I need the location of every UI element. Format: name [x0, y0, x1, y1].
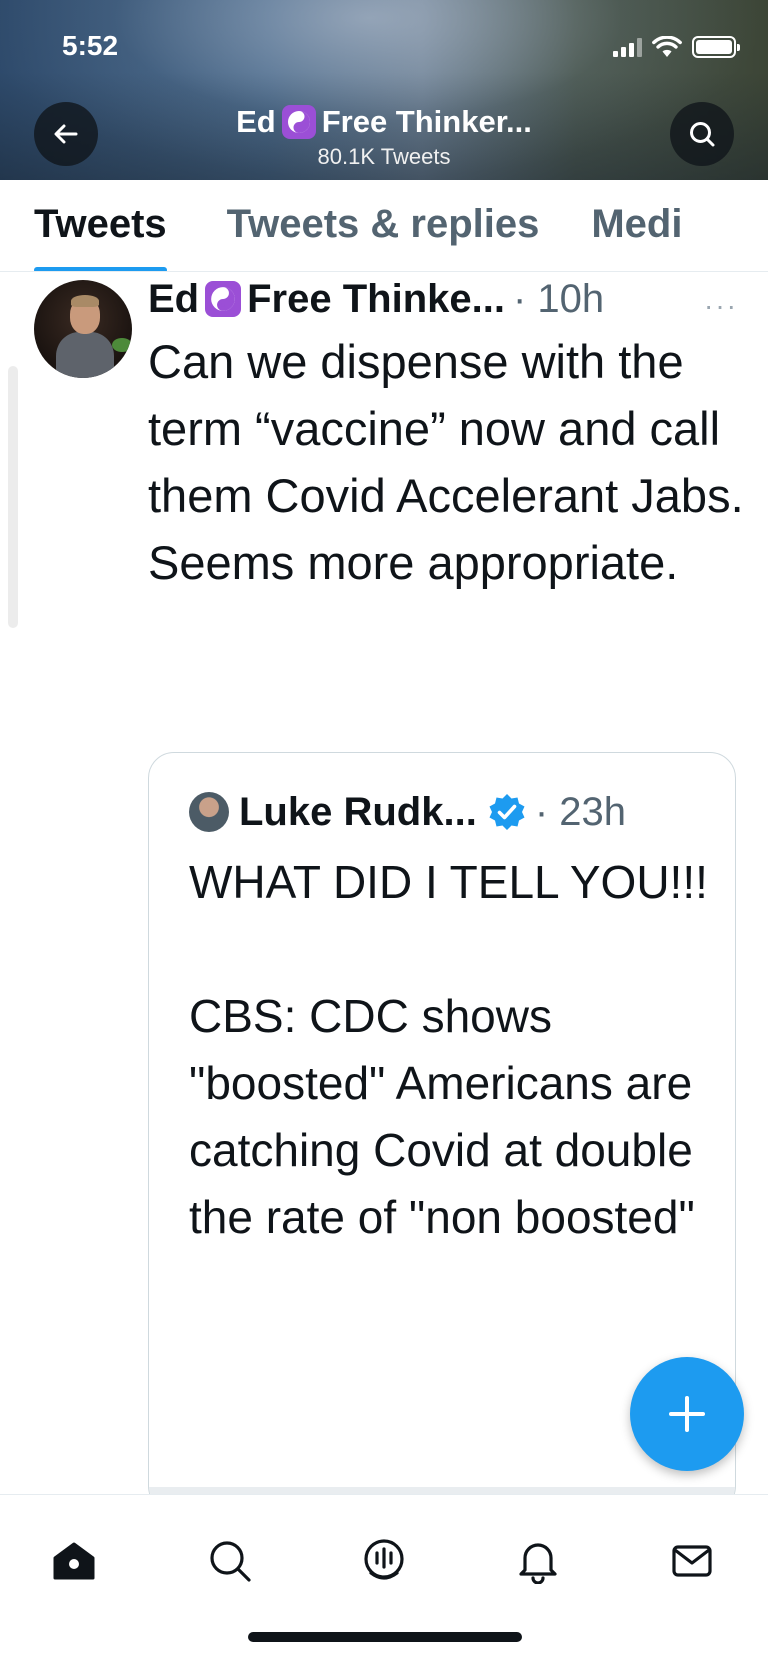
compose-tweet-button[interactable]	[630, 1357, 744, 1471]
messages-icon	[672, 1545, 712, 1577]
tweet-header: Ed Free Thinke... · 10h	[148, 274, 604, 324]
tweet-author[interactable]: Ed Free Thinke...	[148, 277, 505, 322]
home-icon	[53, 1542, 95, 1580]
tweet-author-rest: Free Thinke...	[247, 276, 505, 321]
home-indicator[interactable]	[248, 1632, 522, 1642]
quote-timestamp: · 23h	[534, 789, 626, 834]
quote-text: WHAT DID I TELL YOU!!! CBS: CDC shows "b…	[189, 856, 708, 1243]
tweet-author-first: Ed	[148, 276, 200, 321]
plus-icon	[669, 1396, 705, 1432]
profile-header: 5:52 Ed Free Thinker... 80.1K Tweets	[0, 0, 768, 180]
tweet-count: 80.1K Tweets	[317, 144, 451, 169]
profile-tabs: Tweets Tweets & replies Medi	[0, 180, 768, 272]
tab-tweets[interactable]: Tweets	[34, 180, 167, 271]
tweet-timestamp: · 10h	[512, 276, 605, 321]
scroll-indicator[interactable]	[8, 366, 18, 628]
tweet-text: Can we dispense with the term “vaccine” …	[148, 335, 744, 589]
nav-notifications[interactable]	[512, 1535, 564, 1587]
yin-yang-icon	[281, 105, 316, 139]
verified-badge-icon	[487, 792, 527, 832]
battery-icon	[692, 36, 740, 58]
quote-avatar	[189, 792, 229, 832]
status-time: 5:52	[62, 30, 119, 61]
nav-spaces[interactable]	[358, 1535, 410, 1587]
header-name-rest: Free Thinker...	[321, 104, 532, 139]
signal-icon	[613, 37, 642, 57]
spaces-icon	[364, 1539, 404, 1580]
search-icon	[210, 1541, 251, 1582]
nav-messages[interactable]	[666, 1535, 718, 1587]
notifications-icon	[519, 1543, 557, 1584]
more-options-icon[interactable]: ···	[704, 290, 738, 322]
status-icons	[613, 36, 740, 58]
header-name-first: Ed	[236, 104, 276, 139]
nav-home[interactable]	[48, 1535, 100, 1587]
tab-tweets-replies[interactable]: Tweets & replies	[227, 180, 540, 271]
avatar[interactable]	[34, 280, 132, 378]
wifi-icon	[652, 36, 682, 57]
quote-author: Luke Rudk...	[239, 789, 477, 834]
nav-search[interactable]	[204, 1535, 256, 1587]
quote-header: Luke Rudk... · 23h	[189, 787, 626, 837]
header-title: Ed Free Thinker... 80.1K Tweets	[0, 104, 768, 170]
yin-yang-icon	[205, 281, 242, 317]
tab-media[interactable]: Medi	[591, 180, 682, 271]
header-name: Ed Free Thinker...	[236, 104, 532, 140]
search-icon	[690, 122, 715, 147]
search-button[interactable]	[670, 102, 734, 166]
